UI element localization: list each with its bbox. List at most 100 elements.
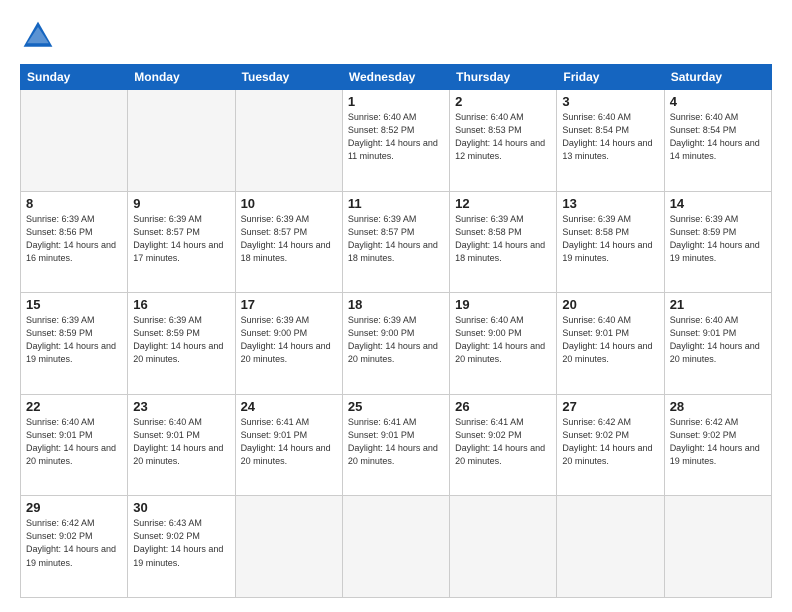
day-info: Sunrise: 6:39 AMSunset: 8:57 PMDaylight:…: [241, 213, 337, 265]
day-number: 23: [133, 399, 229, 414]
calendar-cell: [450, 496, 557, 598]
day-info: Sunrise: 6:42 AMSunset: 9:02 PMDaylight:…: [670, 416, 766, 468]
calendar-cell: [664, 496, 771, 598]
day-number: 4: [670, 94, 766, 109]
calendar-cell: 26 Sunrise: 6:41 AMSunset: 9:02 PMDayligh…: [450, 394, 557, 496]
logo: [20, 18, 60, 54]
calendar-cell: [235, 90, 342, 192]
calendar-cell: 25 Sunrise: 6:41 AMSunset: 9:01 PMDayligh…: [342, 394, 449, 496]
day-number: 15: [26, 297, 122, 312]
calendar-week-row: 15 Sunrise: 6:39 AMSunset: 8:59 PMDayligh…: [21, 293, 772, 395]
day-number: 2: [455, 94, 551, 109]
calendar-cell: 10 Sunrise: 6:39 AMSunset: 8:57 PMDayligh…: [235, 191, 342, 293]
calendar-cell: 15 Sunrise: 6:39 AMSunset: 8:59 PMDayligh…: [21, 293, 128, 395]
day-header-saturday: Saturday: [664, 65, 771, 90]
calendar-week-row: 8 Sunrise: 6:39 AMSunset: 8:56 PMDaylight…: [21, 191, 772, 293]
calendar-week-row: 1 Sunrise: 6:40 AMSunset: 8:52 PMDaylight…: [21, 90, 772, 192]
day-info: Sunrise: 6:40 AMSunset: 9:00 PMDaylight:…: [455, 314, 551, 366]
calendar-header-row: SundayMondayTuesdayWednesdayThursdayFrid…: [21, 65, 772, 90]
calendar-cell: [128, 90, 235, 192]
day-header-thursday: Thursday: [450, 65, 557, 90]
calendar-cell: 18 Sunrise: 6:39 AMSunset: 9:00 PMDayligh…: [342, 293, 449, 395]
day-number: 3: [562, 94, 658, 109]
day-info: Sunrise: 6:39 AMSunset: 8:59 PMDaylight:…: [26, 314, 122, 366]
day-number: 29: [26, 500, 122, 515]
day-info: Sunrise: 6:39 AMSunset: 8:56 PMDaylight:…: [26, 213, 122, 265]
calendar-cell: 8 Sunrise: 6:39 AMSunset: 8:56 PMDaylight…: [21, 191, 128, 293]
calendar-cell: 3 Sunrise: 6:40 AMSunset: 8:54 PMDaylight…: [557, 90, 664, 192]
day-info: Sunrise: 6:39 AMSunset: 9:00 PMDaylight:…: [348, 314, 444, 366]
day-info: Sunrise: 6:41 AMSunset: 9:01 PMDaylight:…: [348, 416, 444, 468]
calendar-cell: 28 Sunrise: 6:42 AMSunset: 9:02 PMDayligh…: [664, 394, 771, 496]
header: [20, 18, 772, 54]
calendar-cell: 27 Sunrise: 6:42 AMSunset: 9:02 PMDayligh…: [557, 394, 664, 496]
day-number: 28: [670, 399, 766, 414]
day-info: Sunrise: 6:39 AMSunset: 8:58 PMDaylight:…: [562, 213, 658, 265]
calendar-cell: [557, 496, 664, 598]
day-info: Sunrise: 6:40 AMSunset: 9:01 PMDaylight:…: [26, 416, 122, 468]
day-header-wednesday: Wednesday: [342, 65, 449, 90]
day-info: Sunrise: 6:40 AMSunset: 9:01 PMDaylight:…: [562, 314, 658, 366]
day-number: 25: [348, 399, 444, 414]
day-number: 18: [348, 297, 444, 312]
calendar-cell: 17Sunrise: 6:39 AMSunset: 9:00 PMDayligh…: [235, 293, 342, 395]
calendar-week-row: 22 Sunrise: 6:40 AMSunset: 9:01 PMDayligh…: [21, 394, 772, 496]
calendar-cell: 2 Sunrise: 6:40 AMSunset: 8:53 PMDaylight…: [450, 90, 557, 192]
day-header-sunday: Sunday: [21, 65, 128, 90]
day-number: 27: [562, 399, 658, 414]
calendar-table: SundayMondayTuesdayWednesdayThursdayFrid…: [20, 64, 772, 598]
day-number: 19: [455, 297, 551, 312]
calendar-cell: 4 Sunrise: 6:40 AMSunset: 8:54 PMDaylight…: [664, 90, 771, 192]
day-number: 16: [133, 297, 229, 312]
calendar-cell: [342, 496, 449, 598]
calendar-cell: [21, 90, 128, 192]
day-number: 24: [241, 399, 337, 414]
calendar-cell: 12 Sunrise: 6:39 AMSunset: 8:58 PMDayligh…: [450, 191, 557, 293]
day-info: Sunrise: 6:43 AMSunset: 9:02 PMDaylight:…: [133, 517, 229, 569]
day-number: 10: [241, 196, 337, 211]
day-info: Sunrise: 6:40 AMSunset: 9:01 PMDaylight:…: [133, 416, 229, 468]
calendar-cell: [235, 496, 342, 598]
day-number: 20: [562, 297, 658, 312]
day-number: 22: [26, 399, 122, 414]
calendar-cell: 13 Sunrise: 6:39 AMSunset: 8:58 PMDayligh…: [557, 191, 664, 293]
day-number: 13: [562, 196, 658, 211]
calendar-cell: 19 Sunrise: 6:40 AMSunset: 9:00 PMDayligh…: [450, 293, 557, 395]
day-header-monday: Monday: [128, 65, 235, 90]
day-info: Sunrise: 6:39 AMSunset: 8:58 PMDaylight:…: [455, 213, 551, 265]
day-number: 11: [348, 196, 444, 211]
day-info: Sunrise: 6:39 AMSunset: 8:57 PMDaylight:…: [133, 213, 229, 265]
day-number: 12: [455, 196, 551, 211]
day-info: Sunrise: 6:39 AMSunset: 8:57 PMDaylight:…: [348, 213, 444, 265]
calendar-cell: 9 Sunrise: 6:39 AMSunset: 8:57 PMDaylight…: [128, 191, 235, 293]
day-number: 21: [670, 297, 766, 312]
day-info: Sunrise: 6:40 AMSunset: 8:52 PMDaylight:…: [348, 111, 444, 163]
calendar-cell: 30 Sunrise: 6:43 AMSunset: 9:02 PMDayligh…: [128, 496, 235, 598]
day-number: 1: [348, 94, 444, 109]
day-info: Sunrise: 6:40 AMSunset: 8:54 PMDaylight:…: [562, 111, 658, 163]
calendar-cell: 21 Sunrise: 6:40 AMSunset: 9:01 PMDayligh…: [664, 293, 771, 395]
calendar-week-row: 29 Sunrise: 6:42 AMSunset: 9:02 PMDayligh…: [21, 496, 772, 598]
day-info: Sunrise: 6:40 AMSunset: 8:53 PMDaylight:…: [455, 111, 551, 163]
day-info: Sunrise: 6:42 AMSunset: 9:02 PMDaylight:…: [562, 416, 658, 468]
day-info: Sunrise: 6:39 AMSunset: 8:59 PMDaylight:…: [133, 314, 229, 366]
calendar-cell: 11 Sunrise: 6:39 AMSunset: 8:57 PMDayligh…: [342, 191, 449, 293]
day-info: Sunrise: 6:39 AMSunset: 9:00 PMDaylight:…: [241, 314, 337, 366]
page: SundayMondayTuesdayWednesdayThursdayFrid…: [0, 0, 792, 612]
day-header-tuesday: Tuesday: [235, 65, 342, 90]
logo-icon: [20, 18, 56, 54]
day-number: 8: [26, 196, 122, 211]
calendar-cell: 22 Sunrise: 6:40 AMSunset: 9:01 PMDayligh…: [21, 394, 128, 496]
day-number: 30: [133, 500, 229, 515]
day-number: 9: [133, 196, 229, 211]
day-number: 26: [455, 399, 551, 414]
day-header-friday: Friday: [557, 65, 664, 90]
calendar-cell: 23 Sunrise: 6:40 AMSunset: 9:01 PMDayligh…: [128, 394, 235, 496]
calendar-cell: 20 Sunrise: 6:40 AMSunset: 9:01 PMDayligh…: [557, 293, 664, 395]
day-info: Sunrise: 6:42 AMSunset: 9:02 PMDaylight:…: [26, 517, 122, 569]
calendar-cell: 14Sunrise: 6:39 AMSunset: 8:59 PMDayligh…: [664, 191, 771, 293]
day-info: Sunrise: 6:40 AMSunset: 9:01 PMDaylight:…: [670, 314, 766, 366]
day-number: 14: [670, 196, 766, 211]
day-info: Sunrise: 6:40 AMSunset: 8:54 PMDaylight:…: [670, 111, 766, 163]
day-info: Sunrise: 6:41 AMSunset: 9:02 PMDaylight:…: [455, 416, 551, 468]
